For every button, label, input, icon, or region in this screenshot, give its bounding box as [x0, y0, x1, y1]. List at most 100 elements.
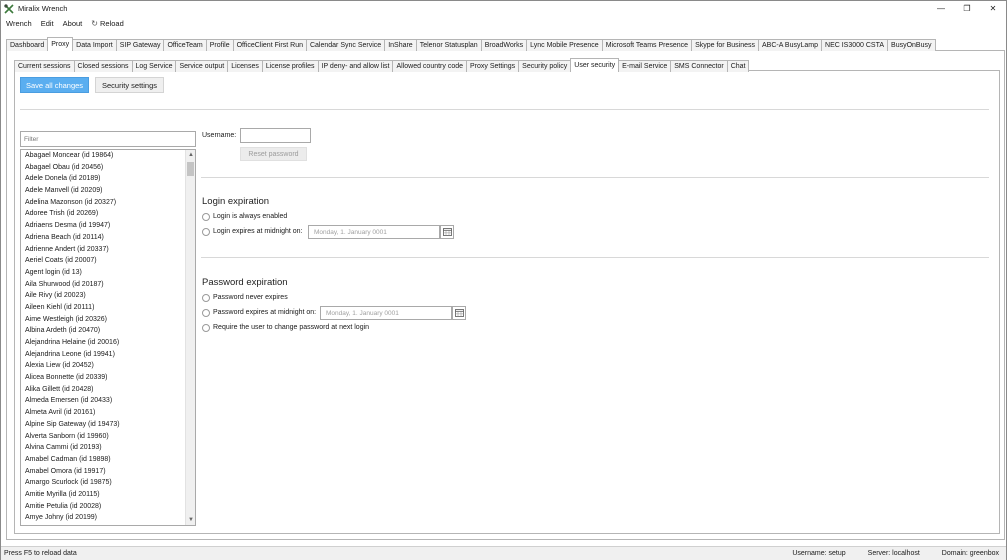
user-list-item[interactable]: Adele Donela (id 20189) [21, 173, 195, 185]
user-list-item[interactable]: Amargo Scurlock (id 19875) [21, 477, 195, 489]
password-midnight-radio[interactable] [202, 309, 210, 317]
toolbar-divider [20, 109, 989, 110]
user-list-item[interactable]: Alicea Bonnette (id 20339) [21, 372, 195, 384]
password-never-radio[interactable] [202, 294, 210, 302]
subtab-license-profiles[interactable]: License profiles [261, 60, 319, 72]
user-list-item[interactable]: Abagael Obau (id 20456) [21, 162, 195, 174]
menu-bar: Wrench Edit About ↻ Reload [1, 16, 1006, 30]
user-list-item[interactable]: Adelina Mazonson (id 20327) [21, 197, 195, 209]
user-list-item[interactable]: Alvina Cammi (id 20193) [21, 442, 195, 454]
reload-label: Reload [99, 18, 124, 28]
subtab-sms-connector[interactable]: SMS Connector [670, 60, 728, 72]
tab-officeteam[interactable]: OfficeTeam [163, 39, 207, 51]
tab-broadworks[interactable]: BroadWorks [480, 39, 528, 51]
user-list-items: Abagael Moncear (id 19864) Abagael Obau (… [21, 150, 195, 524]
user-list-item[interactable]: Albina Ardeth (id 20470) [21, 325, 195, 337]
login-expiry-date-field[interactable]: Monday, 1. January 0001 [308, 225, 440, 239]
user-list-item[interactable]: Aime Westleigh (id 20326) [21, 314, 195, 326]
subtab-licenses[interactable]: Licenses [227, 60, 263, 72]
user-list-item[interactable]: Alika Gillett (id 20428) [21, 384, 195, 396]
subtab-log-service[interactable]: Log Service [131, 60, 177, 72]
scroll-down-icon[interactable]: ▼ [186, 515, 195, 525]
tab-microsoft-teams-presence[interactable]: Microsoft Teams Presence [601, 39, 693, 51]
divider-login [201, 177, 989, 178]
subtab-ip-deny-and-allow-list[interactable]: IP deny- and allow list [317, 60, 394, 72]
user-list-item[interactable]: Almeta Avril (id 20161) [21, 407, 195, 419]
status-server: Server: localhost [867, 550, 920, 557]
tab-telenor-statusplan[interactable]: Telenor Statusplan [415, 39, 482, 51]
user-list: Abagael Moncear (id 19864) Abagael Obau (… [20, 149, 196, 526]
tab-data-import[interactable]: Data Import [72, 39, 117, 51]
password-expiration-title: Password expiration [202, 277, 288, 288]
password-expiry-date-field[interactable]: Monday, 1. January 0001 [320, 306, 452, 320]
restore-button[interactable]: ❐ [954, 1, 980, 16]
tab-inshare[interactable]: InShare [384, 39, 417, 51]
subtab-allowed-country-code[interactable]: Allowed country code [392, 60, 468, 72]
user-list-item[interactable]: Aila Shurwood (id 20187) [21, 279, 195, 291]
subtab-service-output[interactable]: Service output [175, 60, 229, 72]
user-list-item[interactable]: Amye Johny (id 20199) [21, 512, 195, 524]
user-list-item[interactable]: Adoree Trish (id 20269) [21, 208, 195, 220]
menu-edit[interactable]: Edit [41, 19, 54, 28]
user-list-item[interactable]: Alverta Sanborn (id 19960) [21, 431, 195, 443]
user-list-item[interactable]: Agent login (id 13) [21, 267, 195, 279]
login-calendar-button[interactable] [440, 225, 454, 239]
user-list-item[interactable]: Aileen Kiehl (id 20111) [21, 302, 195, 314]
minimize-button[interactable]: — [928, 1, 954, 16]
subtab-user-security[interactable]: User security [570, 58, 620, 72]
user-list-item[interactable]: Alejandrina Helaine (id 20016) [21, 337, 195, 349]
tab-sip-gateway[interactable]: SIP Gateway [115, 39, 165, 51]
user-list-item[interactable]: Alpine Sip Gateway (id 19473) [21, 419, 195, 431]
scroll-thumb[interactable] [187, 162, 194, 176]
user-list-item[interactable]: Alejandrina Leone (id 19941) [21, 349, 195, 361]
tab-proxy[interactable]: Proxy [47, 37, 74, 51]
subtab-closed-sessions[interactable]: Closed sessions [73, 60, 133, 72]
username-field[interactable] [240, 128, 311, 143]
tab-nec-is3000-csta[interactable]: NEC IS3000 CSTA [821, 39, 889, 51]
user-list-item[interactable]: Alexia Liew (id 20452) [21, 360, 195, 372]
menu-wrench[interactable]: Wrench [6, 19, 32, 28]
tab-calendar-sync-service[interactable]: Calendar Sync Service [305, 39, 386, 51]
security-settings-button[interactable]: Security settings [95, 77, 164, 93]
user-list-item[interactable]: Adrienne Andert (id 20337) [21, 244, 195, 256]
user-list-item[interactable]: Almeda Emersen (id 20433) [21, 395, 195, 407]
require-change-radio[interactable] [202, 324, 210, 332]
user-list-item[interactable]: Amitie Myrilla (id 20115) [21, 489, 195, 501]
tab-profile[interactable]: Profile [205, 39, 234, 51]
tab-busyonbusy[interactable]: BusyOnBusy [887, 39, 936, 51]
subtab-security-policy[interactable]: Security policy [518, 60, 572, 72]
tab-lync-mobile-presence[interactable]: Lync Mobile Presence [526, 39, 603, 51]
sub-tab-strip: Current sessions Closed sessions Log Servi… [14, 58, 750, 72]
menu-about[interactable]: About [63, 19, 83, 28]
reset-password-button[interactable]: Reset password [240, 147, 307, 161]
user-list-item[interactable]: Aeriel Coats (id 20007) [21, 255, 195, 267]
save-all-changes-button[interactable]: Save all changes [20, 77, 89, 93]
user-list-item[interactable]: Adele Manvell (id 20209) [21, 185, 195, 197]
tab-officeclient-first-run[interactable]: OfficeClient First Run [232, 39, 307, 51]
user-list-item[interactable]: Amabel Omora (id 19917) [21, 466, 195, 478]
status-info: Username: setup Server: localhost Domain… [770, 550, 999, 557]
password-calendar-button[interactable] [452, 306, 466, 320]
user-list-item[interactable]: Aile Rivy (id 20023) [21, 290, 195, 302]
password-never-label: Password never expires [213, 294, 288, 301]
user-list-scrollbar[interactable]: ▲ ▼ [185, 150, 195, 525]
tab-skype-for-business[interactable]: Skype for Business [691, 39, 759, 51]
filter-input[interactable] [20, 131, 196, 147]
scroll-up-icon[interactable]: ▲ [186, 150, 195, 160]
subtab-e-mail-service[interactable]: E-mail Service [618, 60, 672, 72]
user-list-item[interactable]: Amitie Petulia (id 20028) [21, 501, 195, 513]
menu-reload[interactable]: ↻ Reload [91, 19, 123, 28]
wrench-app-icon [4, 3, 14, 14]
user-list-item[interactable]: Amabel Cadman (id 19898) [21, 454, 195, 466]
subtab-current-sessions[interactable]: Current sessions [14, 60, 75, 72]
user-list-item[interactable]: Abagael Moncear (id 19864) [21, 150, 195, 162]
tab-abc-a-busylamp[interactable]: ABC-A BusyLamp [757, 39, 823, 51]
subtab-proxy-settings[interactable]: Proxy Settings [466, 60, 520, 72]
close-button[interactable]: ✕ [980, 1, 1006, 16]
user-list-item[interactable]: Adriena Beach (id 20114) [21, 232, 195, 244]
login-always-radio[interactable] [202, 213, 210, 221]
user-list-item[interactable]: Adriaens Desma (id 19947) [21, 220, 195, 232]
subtab-chat[interactable]: Chat [726, 60, 750, 72]
login-midnight-radio[interactable] [202, 228, 210, 236]
tab-dashboard[interactable]: Dashboard [6, 39, 49, 51]
